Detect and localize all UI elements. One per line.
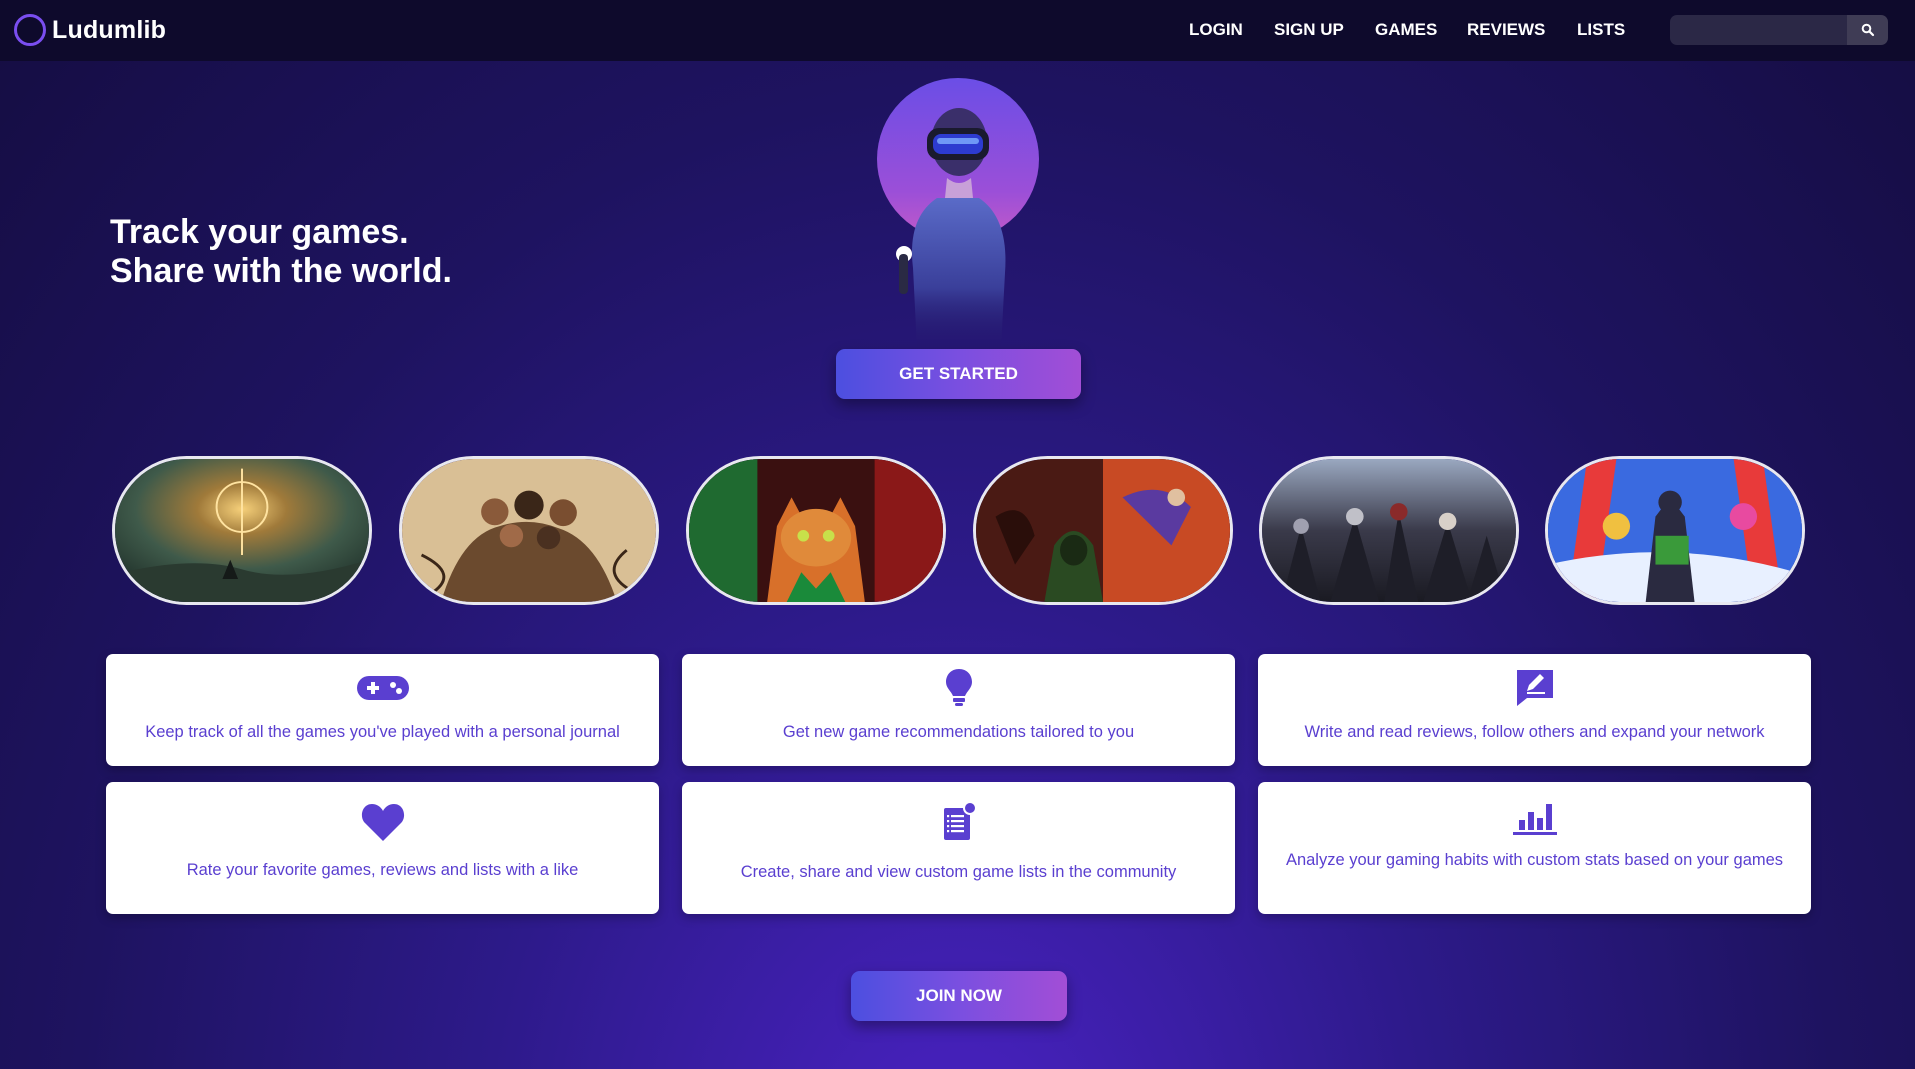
search-button[interactable] xyxy=(1847,15,1888,45)
search-input[interactable] xyxy=(1670,15,1847,45)
game-cover-6[interactable] xyxy=(1545,456,1805,605)
heart-icon xyxy=(355,802,411,842)
game-cover-3[interactable] xyxy=(686,456,946,605)
feature-card-journal: Keep track of all the games you've playe… xyxy=(106,654,659,766)
nav-signup-link[interactable]: SIGN UP xyxy=(1274,20,1344,40)
game-cover-1-image xyxy=(115,459,369,602)
search-icon xyxy=(1861,23,1874,37)
feature-lists-text: Create, share and view custom game lists… xyxy=(740,863,1177,881)
nav-login-link[interactable]: LOGIN xyxy=(1189,20,1243,40)
feature-card-lists: Create, share and view custom game lists… xyxy=(682,782,1235,914)
list-icon xyxy=(931,802,987,842)
gamepad-icon xyxy=(355,668,411,708)
nav-reviews-link[interactable]: REVIEWS xyxy=(1467,20,1545,40)
game-cover-1[interactable] xyxy=(112,456,372,605)
review-edit-icon xyxy=(1507,668,1563,708)
hero-vr-illustration xyxy=(877,78,1039,348)
search-bar xyxy=(1670,15,1888,45)
nav-lists-link[interactable]: LISTS xyxy=(1577,20,1625,40)
hero-headline-line-2: Share with the world. xyxy=(110,252,452,290)
lightbulb-icon xyxy=(931,668,987,708)
feature-likes-text: Rate your favorite games, reviews and li… xyxy=(186,861,579,879)
navbar: Ludumlib LOGIN SIGN UP GAMES REVIEWS LIS… xyxy=(0,0,1915,61)
game-cover-2-image xyxy=(402,459,656,602)
get-started-button[interactable]: GET STARTED xyxy=(836,349,1081,399)
hero-headline-line-1: Track your games. xyxy=(110,213,409,251)
bar-chart-icon xyxy=(1507,796,1563,836)
feature-stats-text: Analyze your gaming habits with custom s… xyxy=(1285,851,1784,869)
game-cover-4[interactable] xyxy=(973,456,1233,605)
feature-card-recommendations: Get new game recommendations tailored to… xyxy=(682,654,1235,766)
hero-headline: Track your games. Share with the world. xyxy=(110,213,452,291)
game-cover-4-image xyxy=(976,459,1230,602)
feature-card-stats: Analyze your gaming habits with custom s… xyxy=(1258,782,1811,914)
feature-reviews-text: Write and read reviews, follow others an… xyxy=(1304,723,1765,741)
game-cover-5[interactable] xyxy=(1259,456,1519,605)
game-cover-2[interactable] xyxy=(399,456,659,605)
feature-card-reviews: Write and read reviews, follow others an… xyxy=(1258,654,1811,766)
feature-recommendations-text: Get new game recommendations tailored to… xyxy=(782,723,1135,741)
game-cover-5-image xyxy=(1262,459,1516,602)
feature-card-likes: Rate your favorite games, reviews and li… xyxy=(106,782,659,914)
join-now-button[interactable]: JOIN NOW xyxy=(851,971,1067,1021)
feature-journal-text: Keep track of all the games you've playe… xyxy=(145,723,620,741)
game-cover-3-image xyxy=(689,459,943,602)
logo-ring-icon xyxy=(14,14,46,46)
logo-text: Ludumlib xyxy=(52,15,167,44)
nav-games-link[interactable]: GAMES xyxy=(1375,20,1437,40)
game-cover-6-image xyxy=(1548,459,1802,602)
logo[interactable]: Ludumlib xyxy=(14,14,166,46)
